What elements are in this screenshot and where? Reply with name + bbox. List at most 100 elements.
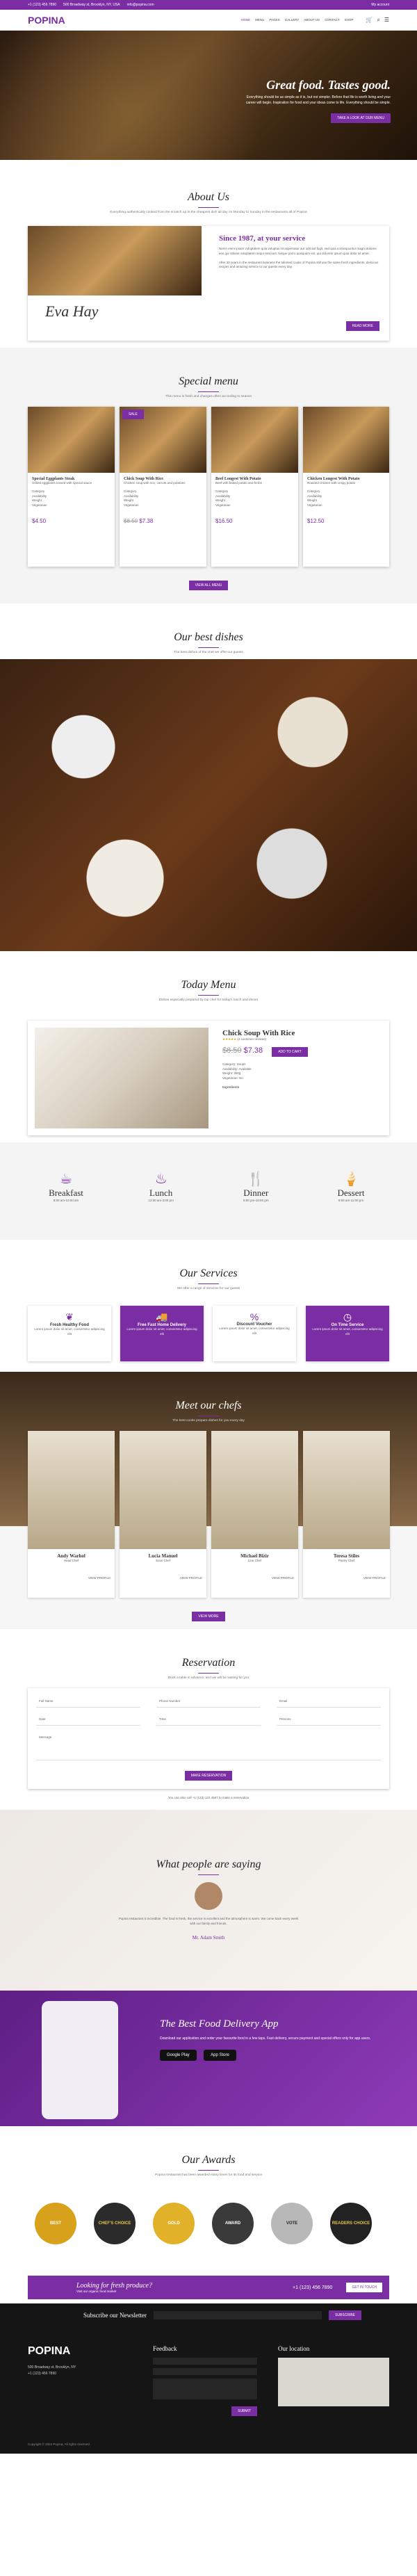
menu-card[interactable]: Special Eggplants Steak Grilled eggplants… — [28, 407, 115, 567]
signature: Eva Hay — [45, 302, 99, 320]
cta-button[interactable]: GET IN TOUCH — [346, 2283, 382, 2292]
newsletter-input[interactable] — [153, 2311, 322, 2319]
subscribe-button[interactable]: SUBSCRIBE — [329, 2310, 361, 2320]
message-field[interactable]: Message — [36, 1733, 381, 1760]
award-badge: VOTE — [271, 2203, 313, 2244]
chef-card[interactable]: Teresa Stiles Pastry Chef VIEW PROFILE — [303, 1431, 390, 1598]
service-card[interactable]: ❦ Fresh Healthy Food Lorem ipsum dolor sit… — [28, 1306, 111, 1361]
menu-card[interactable]: Chicken Longest With Potato Roasted chick… — [303, 407, 389, 567]
today-card: Chick Soup With Rice ★★★★★ (2 customer r… — [28, 1021, 389, 1135]
chef-card[interactable]: Lucia Manuel Sous Chef VIEW PROFILE — [120, 1431, 206, 1598]
nav-contact[interactable]: CONTACT — [325, 18, 339, 22]
hero-banner: Great food. Tastes good. Everything shou… — [0, 31, 417, 160]
menu-icon[interactable]: ☰ — [384, 17, 389, 24]
footer-address: 500 Broadway st, Brooklyn, NY — [28, 2365, 76, 2370]
avatar — [195, 1882, 222, 1910]
special-title: Special menu — [0, 375, 417, 392]
feedback-submit-button[interactable]: SUBMIT — [231, 2406, 257, 2416]
view-more-chefs-button[interactable]: VIEW MORE — [192, 1612, 225, 1621]
cart-icon[interactable]: 🛒 — [366, 17, 373, 24]
nav-pages[interactable]: PAGES — [269, 18, 279, 22]
reservation-title: Reservation — [0, 1657, 417, 1674]
add-to-cart-button[interactable]: ADD TO CART — [272, 1046, 308, 1057]
service-card[interactable]: % Discount Voucher Lorem ipsum dolor sit a… — [213, 1306, 296, 1361]
about-subtitle: Everything authentically cooked from the… — [110, 211, 307, 214]
best-dishes-section: Our best dishes The best dishes of the c… — [0, 604, 417, 951]
menu-item-desc: Beef with baked potato and herbs — [215, 481, 263, 485]
best-dishes-image — [0, 659, 417, 951]
nav-home[interactable]: HOME — [241, 18, 251, 22]
view-profile-link[interactable]: VIEW PROFILE — [307, 1576, 386, 1581]
phone-field[interactable]: Phone Number — [156, 1696, 261, 1708]
about-text-2: After 30 years in the restaurant busines… — [219, 260, 379, 269]
view-all-menu-button[interactable]: VIEW ALL MENU — [188, 581, 229, 590]
view-profile-link[interactable]: VIEW PROFILE — [124, 1576, 202, 1581]
chef-name: Andy Warhol — [57, 1553, 85, 1559]
feedback-email-input[interactable] — [153, 2368, 257, 2375]
topbar-account[interactable]: My account — [371, 3, 389, 7]
menu-card[interactable]: SALE Chick Soup With Rice Chicken soup wit… — [120, 407, 206, 567]
time-field[interactable]: Time — [156, 1715, 261, 1726]
today-old-price: $8.50 — [222, 1046, 242, 1055]
today-menu-section: Today Menu Dishes especially prepared by… — [0, 951, 417, 1142]
services-title: Our Services — [0, 1267, 417, 1284]
nav-gallery[interactable]: GALLERY — [285, 18, 300, 22]
cta-title: Looking for fresh produce? — [76, 2282, 152, 2290]
footer-logo[interactable]: POPINA — [28, 2345, 132, 2358]
site-logo[interactable]: POPINA — [28, 15, 65, 26]
app-text: Download our application and order your … — [160, 2036, 371, 2041]
chef-card[interactable]: Michael Bizir Line Chef VIEW PROFILE — [211, 1431, 298, 1598]
service-card[interactable]: ◷ On Time Service Lorem ipsum dolor sit am… — [306, 1306, 389, 1361]
feedback-message-input[interactable] — [153, 2379, 257, 2399]
full-name-field[interactable]: Full Name — [36, 1696, 140, 1708]
reservation-form: Full Name Phone Number Email Date Time P… — [28, 1688, 389, 1789]
view-profile-link[interactable]: VIEW PROFILE — [32, 1576, 111, 1581]
about-image — [28, 226, 202, 295]
chef-role: Line Chef — [247, 1559, 262, 1562]
make-reservation-button[interactable]: MAKE RESERVATION — [184, 1770, 233, 1781]
location-map[interactable] — [278, 2358, 389, 2406]
nav-about[interactable]: ABOUT US — [304, 18, 320, 22]
special-items: Special Eggplants Steak Grilled eggplants… — [28, 407, 389, 567]
about-read-more[interactable]: READ MORE — [345, 321, 379, 331]
chef-card[interactable]: Andy Warhol Head Chef VIEW PROFILE — [28, 1431, 115, 1598]
persons-field[interactable]: Persons — [277, 1715, 381, 1726]
special-subtitle: This menu is fresh and changes often acc… — [165, 395, 252, 398]
nav-menu[interactable]: MENU — [255, 18, 264, 22]
award-badge: BEST — [35, 2203, 76, 2244]
date-field[interactable]: Date — [36, 1715, 140, 1726]
menu-item-desc: Roasted chicken with crispy potato — [307, 481, 356, 485]
awards-section: Our Awards Popina restaurant has been aw… — [0, 2126, 417, 2272]
menu-card[interactable]: Beef Longest With Potato Beef with baked … — [211, 407, 298, 567]
main-nav: POPINA HOME MENU PAGES GALLERY ABOUT US … — [0, 10, 417, 31]
menu-item-desc: Grilled eggplants tossed with special sa… — [32, 481, 92, 485]
chef-name: Teresa Stiles — [333, 1553, 360, 1559]
service-card[interactable]: 🚚 Free Fast Home Delivery Lorem ipsum dolo… — [120, 1306, 204, 1361]
hero-menu-button[interactable]: TAKE A LOOK AT OUR MENU — [331, 113, 391, 123]
best-title: Our best dishes — [0, 631, 417, 648]
cta-phone[interactable]: +1 (123) 456 7890 — [293, 2285, 332, 2290]
search-icon[interactable]: ⌕ — [377, 17, 379, 24]
cup-icon: ☕ — [60, 1172, 72, 1187]
email-field[interactable]: Email — [277, 1696, 381, 1708]
service-text: Lorem ipsum dolor sit amet, consectetur … — [34, 1327, 105, 1336]
menu-item-price: $12.50 — [307, 517, 325, 524]
nav-shop[interactable]: SHOP — [345, 18, 354, 22]
today-image — [35, 1028, 208, 1128]
topbar-email[interactable]: info@popina.com — [127, 3, 154, 7]
app-store-button[interactable]: App Store — [204, 2050, 236, 2061]
topbar-address: 500 Broadway st, Brooklyn, NY, USA — [63, 3, 120, 7]
view-profile-link[interactable]: VIEW PROFILE — [215, 1576, 294, 1581]
testimonial-title: What people are saying — [0, 1858, 417, 1875]
today-reviews[interactable]: (2 customer reviews) — [237, 1037, 266, 1041]
menu-item-desc: Chicken soup with rice, carrots and pota… — [124, 481, 186, 485]
feedback-name-input[interactable] — [153, 2358, 257, 2365]
awards-title: Our Awards — [0, 2154, 417, 2171]
menu-item-price: $4.50 — [32, 517, 47, 524]
award-badge: AWARD — [212, 2203, 254, 2244]
award-badge: GOLD — [153, 2203, 195, 2244]
google-play-button[interactable]: Google Play — [160, 2050, 197, 2061]
meal-name: Dinner — [243, 1188, 269, 1198]
app-section: The Best Food Delivery App Download our … — [0, 1991, 417, 2126]
about-heading: Since 1987, at your service — [219, 234, 306, 243]
